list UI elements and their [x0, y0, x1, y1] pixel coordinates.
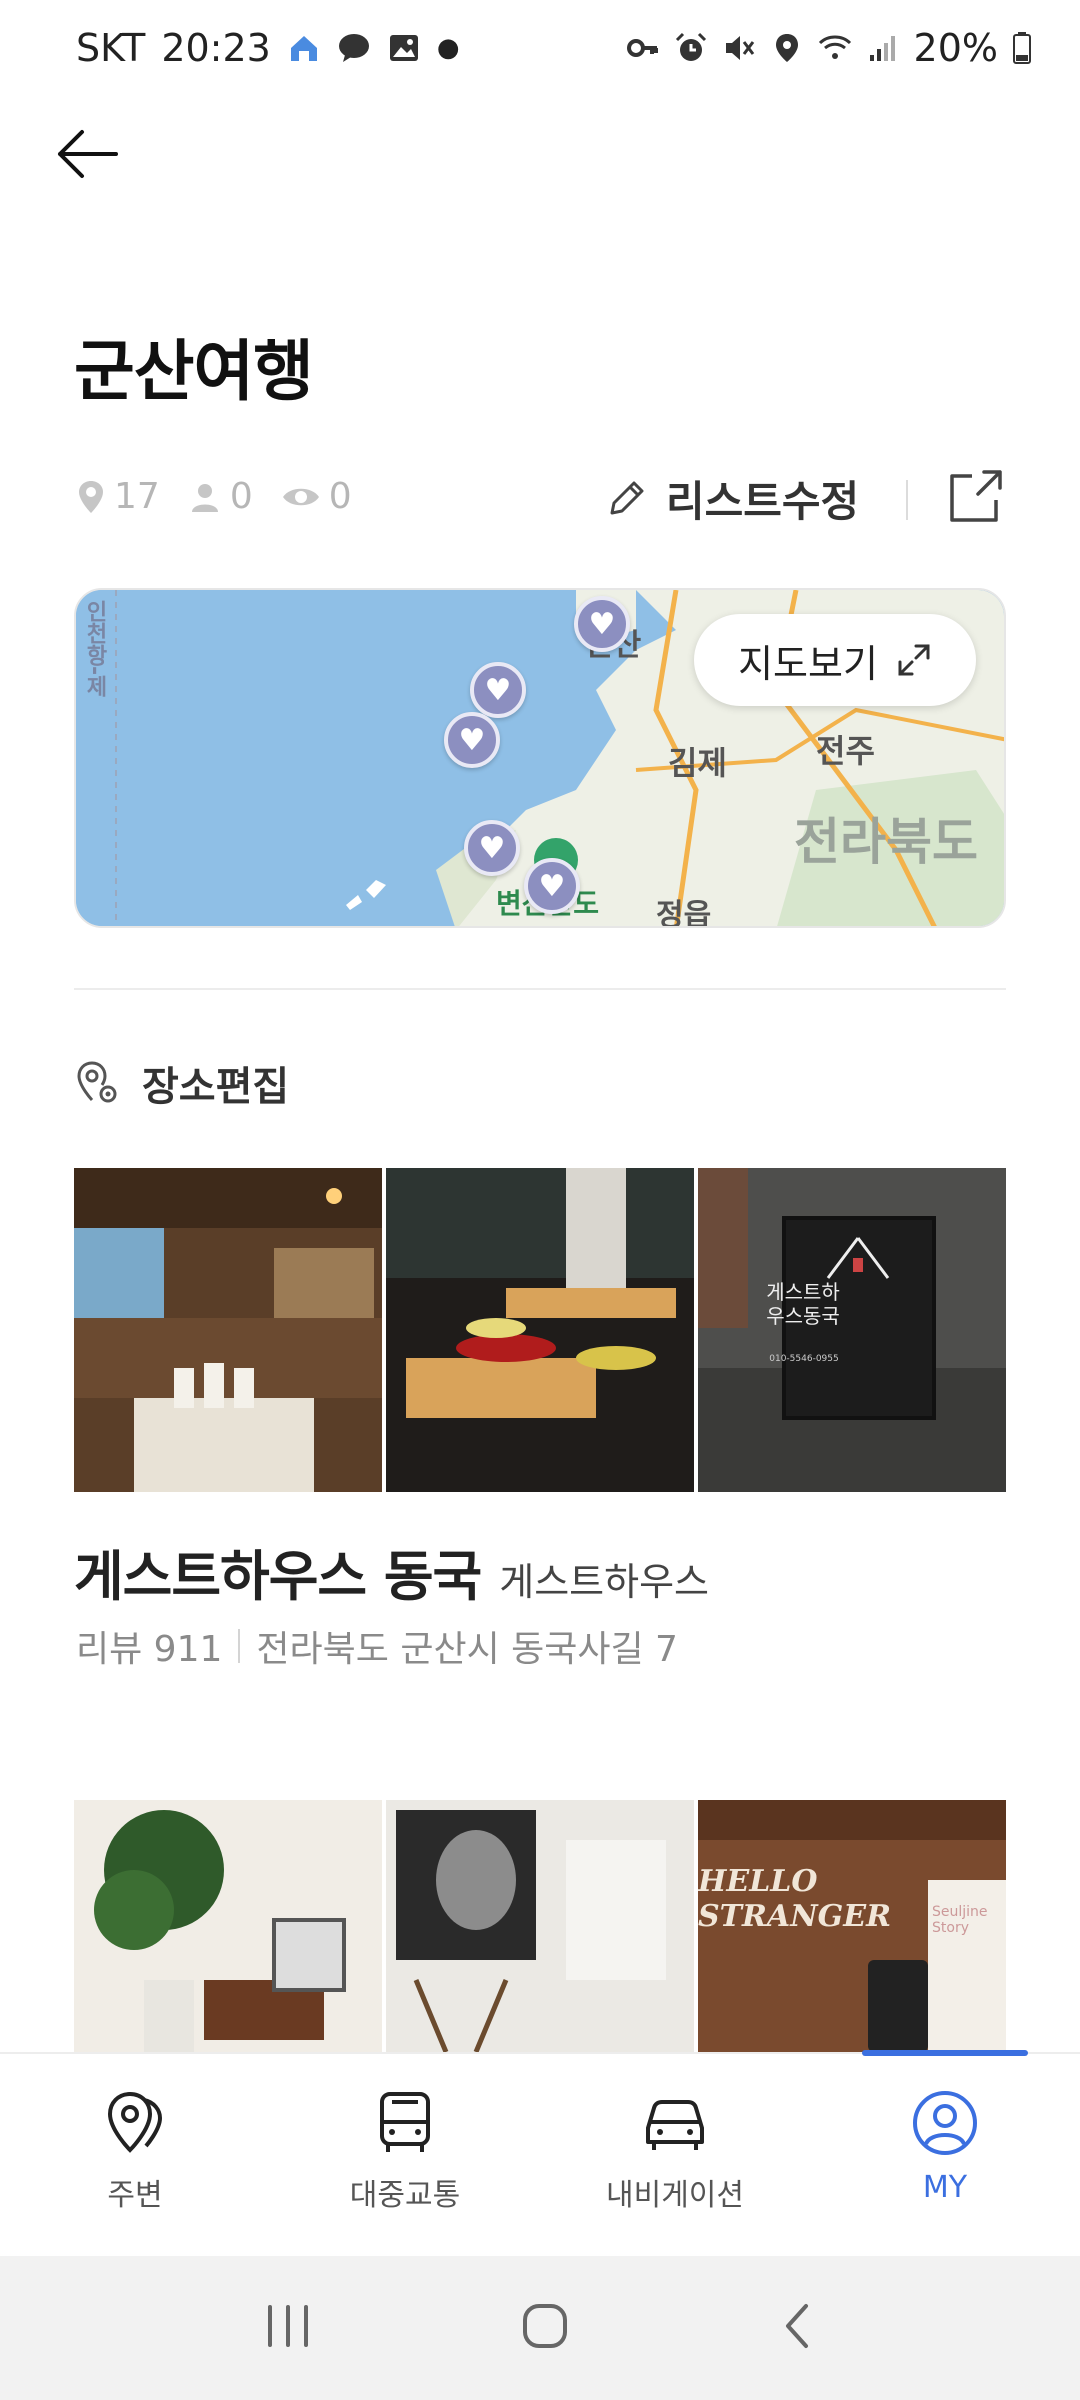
- place-category: 게스트하우스: [499, 1560, 710, 1604]
- expand-icon: [898, 644, 930, 676]
- system-navigation-bar: [0, 2256, 1080, 2400]
- map-pin[interactable]: ♥: [470, 662, 526, 718]
- place-photo-cafe-interior[interactable]: [74, 1168, 382, 1492]
- nav-label-my: MY: [922, 2170, 968, 2205]
- place-photo-signboard[interactable]: 게스트하우스동국 010-5546-0955: [698, 1168, 1006, 1492]
- map-pin[interactable]: ♥: [444, 712, 500, 768]
- home-button[interactable]: [515, 2296, 575, 2360]
- signboard-phone: 010-5546-0955: [769, 1354, 839, 1364]
- arrow-left-icon: [58, 130, 118, 178]
- nav-item-my[interactable]: MY: [810, 2050, 1080, 2256]
- status-bar: SKT 20:23 ● 20%: [0, 0, 1080, 96]
- place-photo-plant[interactable]: [74, 1800, 382, 2052]
- more-notifications-dot: ●: [436, 33, 460, 63]
- place-reviews: 리뷰 911: [76, 1629, 223, 1670]
- home-notification-icon: [290, 36, 317, 61]
- nav-item-nearby[interactable]: 주변: [0, 2054, 270, 2256]
- signal-icon: [869, 36, 895, 61]
- battery-percent: 20%: [913, 26, 998, 70]
- separator: [238, 1629, 241, 1663]
- map-label-jeonju: 전주: [816, 732, 875, 770]
- nav-label-navigation: 내비게이션: [606, 2178, 744, 2213]
- place-photo-hello-stranger[interactable]: HELLO STRANGER Seuljine Story: [698, 1800, 1006, 2052]
- place-photos[interactable]: 게스트하우스동국 010-5546-0955: [74, 1168, 1006, 1492]
- home-icon: [522, 2304, 567, 2348]
- battery-icon: [1013, 32, 1031, 64]
- place-photo-tables[interactable]: [386, 1168, 694, 1492]
- place-count-icon: [79, 480, 103, 513]
- place-settings-icon: [77, 1061, 117, 1103]
- nav-item-navigation[interactable]: 내비게이션: [540, 2054, 810, 2256]
- place-count: 17: [114, 476, 160, 517]
- bottom-navigation: 주변 대중교통 내비게이션 MY: [0, 2050, 1080, 2256]
- place-photos[interactable]: HELLO STRANGER Seuljine Story: [74, 1800, 1006, 2052]
- user-icon: [913, 2091, 977, 2155]
- wifi-icon: [818, 35, 851, 59]
- location-status-icon: [775, 34, 798, 62]
- photo-text-hello: HELLO STRANGER: [698, 1864, 892, 1934]
- page-title: 군산여행: [74, 333, 314, 410]
- pencil-icon: [610, 481, 644, 514]
- car-icon: [646, 2100, 704, 2150]
- place-name: 게스트하우스 동국: [74, 1545, 482, 1608]
- place-title[interactable]: 게스트하우스 동국 게스트하우스: [74, 1532, 709, 1611]
- nav-label-nearby: 주변: [107, 2178, 163, 2213]
- nav-item-transit[interactable]: 대중교통: [270, 2054, 540, 2256]
- map-label-incheon: 인천항-제: [82, 600, 107, 698]
- map-label-gimje: 김제: [668, 744, 727, 782]
- back-button[interactable]: [52, 124, 122, 184]
- place-edit-button[interactable]: 장소편집: [74, 1054, 289, 1112]
- edit-list-label: 리스트수정: [666, 477, 860, 526]
- section-divider: [74, 988, 1006, 990]
- photo-text-story: Seuljine Story: [932, 1904, 988, 1936]
- location-pin-icon: [107, 2091, 163, 2153]
- nav-label-transit: 대중교통: [349, 2178, 461, 2213]
- place-photo-portrait[interactable]: [386, 1800, 694, 2052]
- separator: [906, 480, 908, 520]
- view-icon: [282, 488, 319, 505]
- place-info: 리뷰 911 전라북도 군산시 동국사길 7: [76, 1620, 678, 1672]
- carrier-label: SKT: [76, 26, 146, 70]
- map-pin[interactable]: ♥: [524, 858, 580, 914]
- view-map-label: 지도보기: [738, 641, 878, 686]
- map-pin[interactable]: ♥: [574, 596, 630, 652]
- bus-icon: [380, 2092, 430, 2152]
- map-pin[interactable]: ♥: [464, 820, 520, 876]
- active-tab-indicator: [862, 2050, 1028, 2056]
- map-label-jeollabukdo: 전라북도: [794, 813, 978, 871]
- follower-count: 0: [229, 476, 253, 517]
- recent-apps-button[interactable]: [258, 2301, 318, 2355]
- list-map-preview[interactable]: 군산 김제 전주 전라북도 정읍 변산반도 인천항-제 ♥ ♥ ♥ ♥ ♥ 지도…: [74, 588, 1006, 928]
- map-label-jeongeup: 정읍: [656, 898, 712, 928]
- talk-notification-icon: [338, 34, 369, 62]
- place-address: 전라북도 군산시 동국사길 7: [256, 1629, 678, 1670]
- system-back-button[interactable]: [772, 2296, 822, 2360]
- alarm-icon: [675, 32, 706, 61]
- list-meta: 17 0 0: [76, 476, 370, 517]
- signboard-text: 게스트하우스동국: [766, 1280, 840, 1328]
- clock: 20:23: [161, 26, 271, 70]
- recent-apps-icon: [268, 2305, 309, 2347]
- view-count: 0: [328, 476, 352, 517]
- vpn-key-icon: [626, 39, 658, 57]
- share-icon: [950, 470, 1002, 522]
- mute-icon: [725, 36, 754, 60]
- image-notification-icon: [389, 35, 418, 61]
- view-map-button[interactable]: 지도보기: [694, 614, 976, 706]
- share-button[interactable]: [946, 466, 1006, 526]
- edit-list-button[interactable]: 리스트수정: [604, 468, 859, 529]
- chevron-left-icon: [785, 2304, 808, 2348]
- place-edit-label: 장소편집: [142, 1064, 290, 1110]
- follower-icon: [191, 483, 218, 512]
